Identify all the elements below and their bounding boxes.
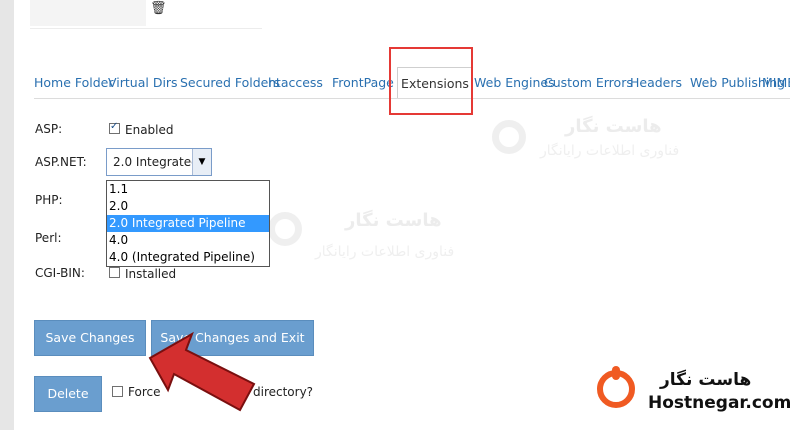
logo-dot xyxy=(612,366,620,380)
aspnet-dropdown: 1.1 2.0 2.0 Integrated Pipeline 4.0 4.0 … xyxy=(106,180,270,267)
top-input[interactable] xyxy=(30,0,146,26)
aspnet-selected-value: 2.0 Integrated xyxy=(113,155,197,169)
tab-mime[interactable]: MIME xyxy=(762,75,790,90)
aspnet-select[interactable]: 2.0 Integrated ▼ xyxy=(106,148,212,176)
php-label: PHP: xyxy=(35,193,63,207)
delete-button[interactable]: Delete xyxy=(34,376,102,412)
watermark-logo-icon xyxy=(268,212,302,246)
tab-home-folder[interactable]: Home Folder xyxy=(34,75,114,90)
dropdown-option[interactable]: 1.1 xyxy=(107,181,269,198)
cgi-installed-checkbox[interactable] xyxy=(109,267,120,278)
chevron-down-icon[interactable]: ▼ xyxy=(192,149,211,175)
watermark-logo-icon xyxy=(492,120,526,154)
trash-icon[interactable]: 🗑 xyxy=(150,2,167,16)
force-suffix-label: directory? xyxy=(253,385,314,399)
watermark-subtitle: فناوری اطلاعات رایانگار xyxy=(315,244,455,260)
dropdown-option[interactable]: 4.0 (Integrated Pipeline) xyxy=(107,249,269,266)
logo-text-en: Hostnegar.com xyxy=(648,393,790,413)
watermark-title: هاست نگار xyxy=(345,210,442,231)
tab-frontpage[interactable]: FrontPage xyxy=(332,75,394,90)
tab-web-engines[interactable]: Web Engines xyxy=(474,75,555,90)
asp-enabled-checkbox[interactable] xyxy=(109,121,120,134)
divider xyxy=(30,28,262,29)
asp-enabled-label: Enabled xyxy=(125,123,174,137)
tab-headers[interactable]: Headers xyxy=(630,75,682,90)
dropdown-option-selected[interactable]: 2.0 Integrated Pipeline xyxy=(107,215,269,232)
pointer-arrow-icon xyxy=(148,331,256,412)
tab-secured-folders[interactable]: Secured Folders xyxy=(180,75,280,90)
logo-text-fa: هاست نگار xyxy=(660,370,752,390)
save-button[interactable]: Save Changes xyxy=(34,320,146,356)
cgi-installed-label: Installed xyxy=(125,267,177,281)
tab-virtual-dirs[interactable]: Virtual Dirs xyxy=(108,75,178,90)
force-checkbox[interactable] xyxy=(112,386,123,397)
tab-htaccess[interactable]: htaccess xyxy=(268,75,323,90)
tab-custom-errors[interactable]: Custom Errors xyxy=(544,75,633,90)
watermark-title: هاست نگار xyxy=(565,116,662,137)
watermark-subtitle: فناوری اطلاعات رایانگار xyxy=(540,143,680,159)
aspnet-label: ASP.NET: xyxy=(35,155,87,169)
dropdown-option[interactable]: 4.0 xyxy=(107,232,269,249)
left-strip xyxy=(0,0,14,430)
highlight-box xyxy=(389,47,473,115)
dropdown-option[interactable]: 2.0 xyxy=(107,198,269,215)
cgi-label: CGI-BIN: xyxy=(35,266,85,280)
asp-label: ASP: xyxy=(35,122,63,136)
perl-label: Perl: xyxy=(35,231,62,245)
